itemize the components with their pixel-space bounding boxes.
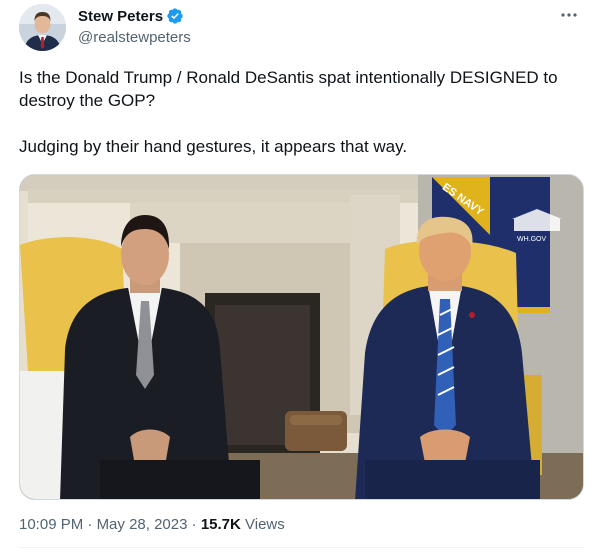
more-options-button[interactable]: [558, 4, 580, 26]
tweet-paragraph: Is the Donald Trump / Ronald DeSantis sp…: [19, 68, 558, 110]
meta-separator: ·: [191, 516, 197, 533]
display-name[interactable]: Stew Peters: [78, 8, 163, 25]
tweet-paragraph: Judging by their hand gestures, it appea…: [19, 137, 408, 156]
tweet-text: Is the Donald Trump / Ronald DeSantis sp…: [19, 66, 581, 158]
tweet-meta: 10:09 PM · May 28, 2023 · 15.7K Views: [19, 516, 285, 533]
author-avatar[interactable]: [19, 4, 66, 51]
name-row: Stew Peters: [78, 6, 191, 26]
author-handle[interactable]: @realstewpeters: [78, 29, 191, 46]
avatar-image: [19, 4, 66, 51]
tweet-time[interactable]: 10:09 PM: [19, 516, 83, 533]
more-horizontal-icon: [561, 13, 577, 17]
media-image: ES NAVY WH.GOV: [20, 175, 583, 499]
tweet-media[interactable]: ES NAVY WH.GOV: [19, 174, 584, 500]
meta-separator: ·: [87, 516, 93, 533]
views-label[interactable]: Views: [245, 516, 285, 533]
divider: [19, 547, 584, 548]
views-count[interactable]: 15.7K: [201, 516, 241, 533]
author-info: Stew Peters @realstewpeters: [78, 6, 191, 47]
verified-badge-icon[interactable]: [166, 7, 184, 25]
media-watermark: WH.GOV: [517, 236, 546, 243]
tweet: Stew Peters @realstewpeters Is the Donal…: [0, 0, 598, 554]
tweet-date[interactable]: May 28, 2023: [97, 516, 188, 533]
